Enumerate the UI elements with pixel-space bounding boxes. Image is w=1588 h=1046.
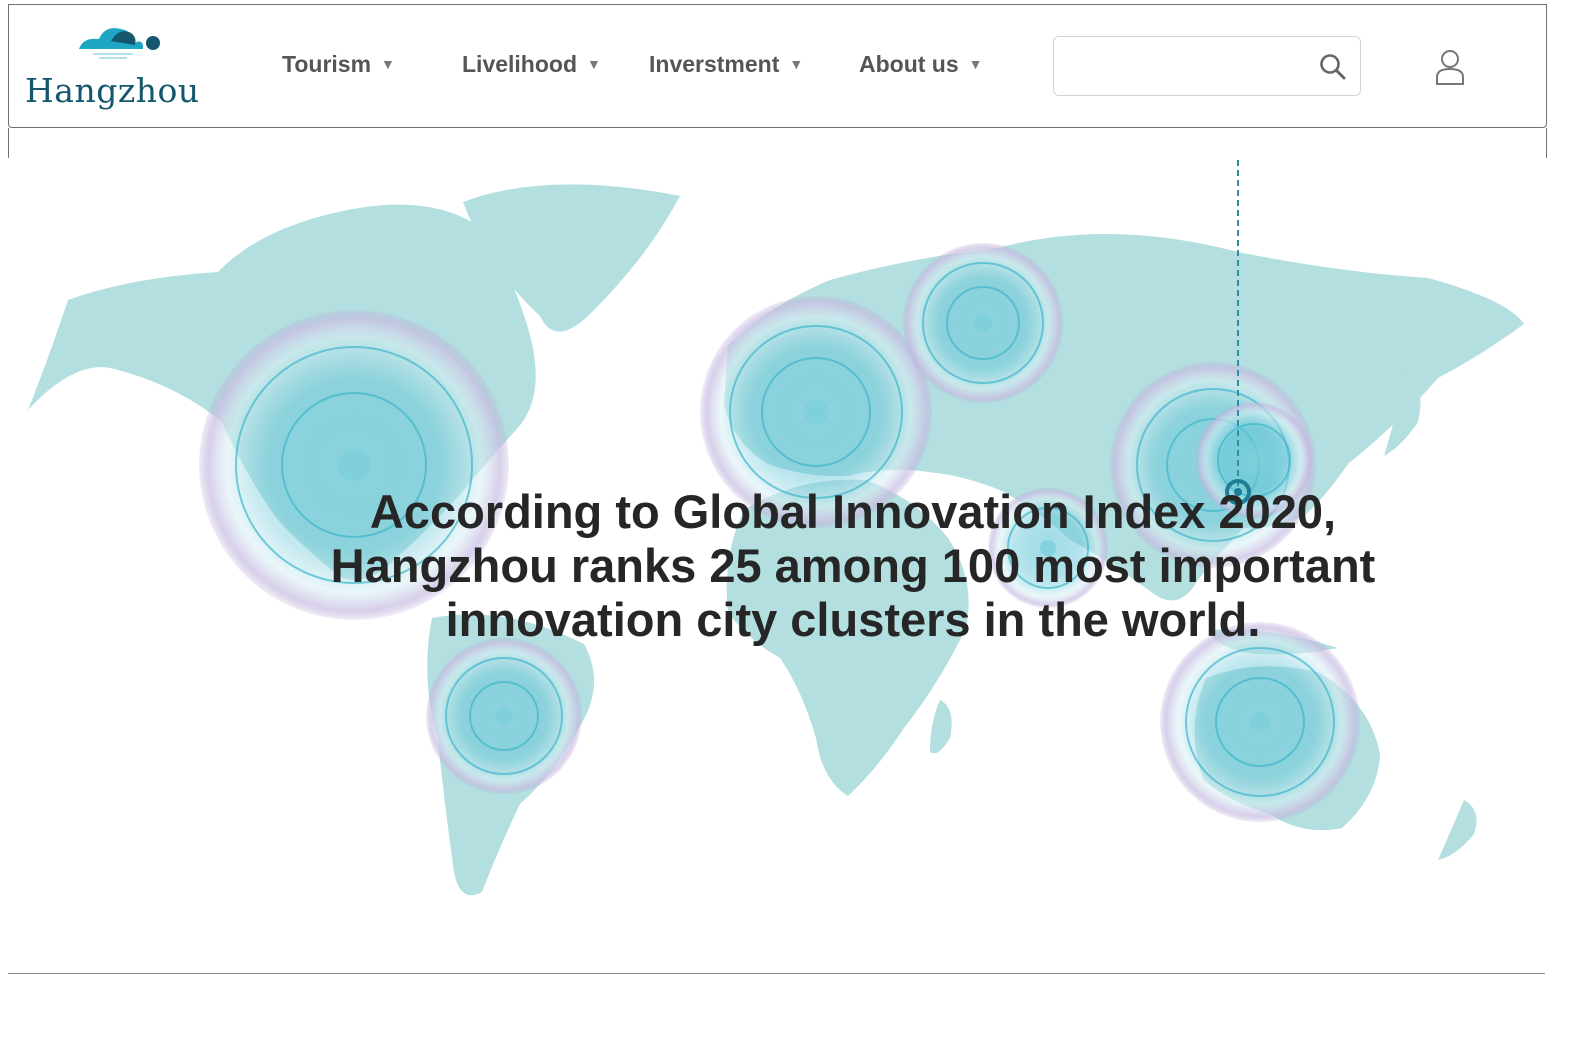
search-input[interactable] [1064,47,1308,87]
header-left-edge [8,128,9,158]
hero-headline: According to Global Innovation Index 202… [330,485,1376,646]
nav-about-us[interactable]: About us ▼ [859,49,983,79]
island-newzealand [1438,800,1477,860]
nav-livelihood[interactable]: Livelihood ▼ [462,49,601,79]
nav-about-us-label: About us [859,50,959,77]
caret-down-icon: ▼ [789,56,804,72]
caret-down-icon: ▼ [587,56,601,72]
header-right-edge [1546,128,1547,158]
nav-livelihood-label: Livelihood [462,50,577,77]
island-madagascar [930,700,952,754]
search-icon[interactable] [1318,52,1348,82]
caret-down-icon: ▼ [381,56,395,72]
nav-tourism-label: Tourism [282,50,372,77]
logo-text: Hangzhou [25,71,200,110]
user-icon[interactable] [1433,47,1467,87]
hero-banner: According to Global Innovation Index 202… [8,160,1547,920]
logo[interactable]: Hangzhou [23,21,213,113]
divider [8,973,1545,974]
site-header: Hangzhou Tourism ▼ Livelihood ▼ Inverstm… [8,4,1547,128]
nav-investment[interactable]: Inverstment ▼ [649,49,803,79]
caret-down-icon: ▼ [968,56,983,72]
nav-tourism[interactable]: Tourism ▼ [282,49,395,79]
logo-mark [79,28,160,59]
nav-investment-label: Inverstment [649,50,780,77]
search-box [1053,36,1361,96]
